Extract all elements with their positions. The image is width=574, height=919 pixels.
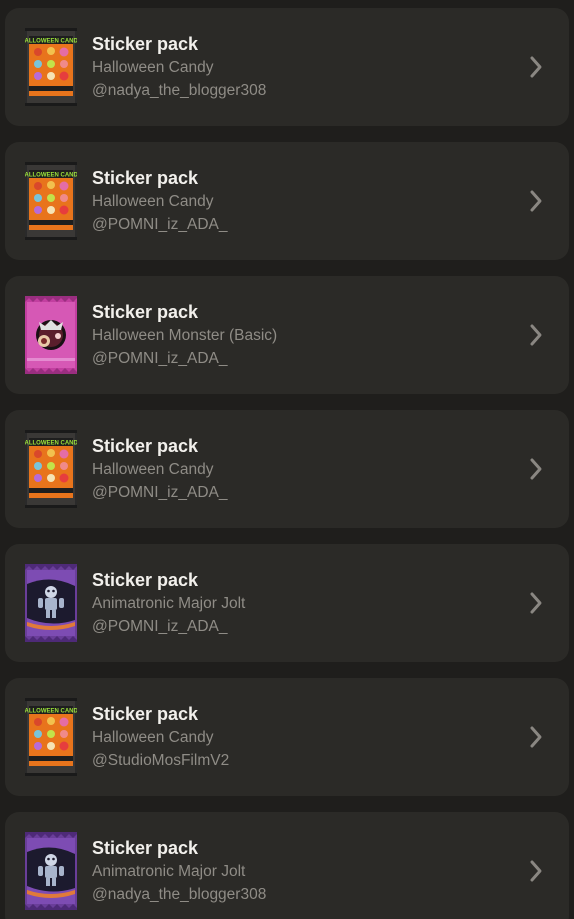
chevron-right-icon xyxy=(529,323,543,347)
sticker-pack-type-label: Sticker pack xyxy=(92,436,199,456)
sticker-pack-type-label: Sticker pack xyxy=(92,838,199,858)
sticker-pack-name: Halloween Candy xyxy=(92,729,214,746)
sticker-pack-author: @POMNI_iz_ADA_ xyxy=(92,618,228,635)
sticker-pack-name: Halloween Candy xyxy=(92,59,214,76)
chevron-right-icon xyxy=(529,591,543,615)
sticker-pack-type-label: Sticker pack xyxy=(92,704,199,724)
halloween-candy-pack-icon: HALLOWEEN CANDY xyxy=(25,162,77,240)
sticker-pack-author: @nadya_the_blogger308 xyxy=(92,82,267,99)
sticker-pack-name: Halloween Candy xyxy=(92,461,214,478)
sticker-pack-type-label: Sticker pack xyxy=(92,570,199,590)
sticker-pack-author: @nadya_the_blogger308 xyxy=(92,886,267,903)
sticker-pack-name: Animatronic Major Jolt xyxy=(92,863,246,880)
svg-text:HALLOWEEN CANDY: HALLOWEEN CANDY xyxy=(25,39,77,45)
sticker-pack-row[interactable]: Sticker pack Halloween Monster (Basic) @… xyxy=(5,276,569,394)
sticker-pack-row[interactable]: Sticker pack Animatronic Major Jolt @nad… xyxy=(5,812,569,919)
halloween-monster-pack-icon xyxy=(25,296,77,374)
halloween-candy-pack-icon: HALLOWEEN CANDY xyxy=(25,430,77,508)
halloween-candy-pack-icon: HALLOWEEN CANDY xyxy=(25,698,77,776)
sticker-pack-type-label: Sticker pack xyxy=(92,34,199,54)
chevron-right-icon xyxy=(529,859,543,883)
svg-text:HALLOWEEN CANDY: HALLOWEEN CANDY xyxy=(25,441,77,447)
sticker-pack-row[interactable]: HALLOWEEN CANDY Sticker pack Halloween C… xyxy=(5,142,569,260)
sticker-pack-author: @POMNI_iz_ADA_ xyxy=(92,216,228,233)
sticker-pack-row[interactable]: HALLOWEEN CANDY Sticker pack Halloween C… xyxy=(5,678,569,796)
sticker-pack-name: Animatronic Major Jolt xyxy=(92,595,246,612)
chevron-right-icon xyxy=(529,55,543,79)
sticker-pack-type-label: Sticker pack xyxy=(92,168,199,188)
sticker-pack-name: Halloween Monster (Basic) xyxy=(92,327,278,344)
sticker-pack-author: @StudioMosFilmV2 xyxy=(92,752,230,769)
sticker-pack-row[interactable]: HALLOWEEN CANDY Sticker pack Halloween C… xyxy=(5,410,569,528)
sticker-pack-type-label: Sticker pack xyxy=(92,302,199,322)
chevron-right-icon xyxy=(529,725,543,749)
halloween-candy-pack-icon: HALLOWEEN CANDY xyxy=(25,28,77,106)
animatronic-pack-icon xyxy=(25,832,77,910)
animatronic-pack-icon xyxy=(25,564,77,642)
sticker-pack-row[interactable]: Sticker pack Animatronic Major Jolt @POM… xyxy=(5,544,569,662)
sticker-pack-name: Halloween Candy xyxy=(92,193,214,210)
sticker-pack-author: @POMNI_iz_ADA_ xyxy=(92,484,228,501)
sticker-pack-list: HALLOWEEN CANDY Sticker pack Halloween C… xyxy=(0,0,574,919)
chevron-right-icon xyxy=(529,457,543,481)
svg-text:HALLOWEEN CANDY: HALLOWEEN CANDY xyxy=(25,173,77,179)
chevron-right-icon xyxy=(529,189,543,213)
sticker-pack-row[interactable]: HALLOWEEN CANDY Sticker pack Halloween C… xyxy=(5,8,569,126)
svg-text:HALLOWEEN CANDY: HALLOWEEN CANDY xyxy=(25,709,77,715)
sticker-pack-author: @POMNI_iz_ADA_ xyxy=(92,350,228,367)
